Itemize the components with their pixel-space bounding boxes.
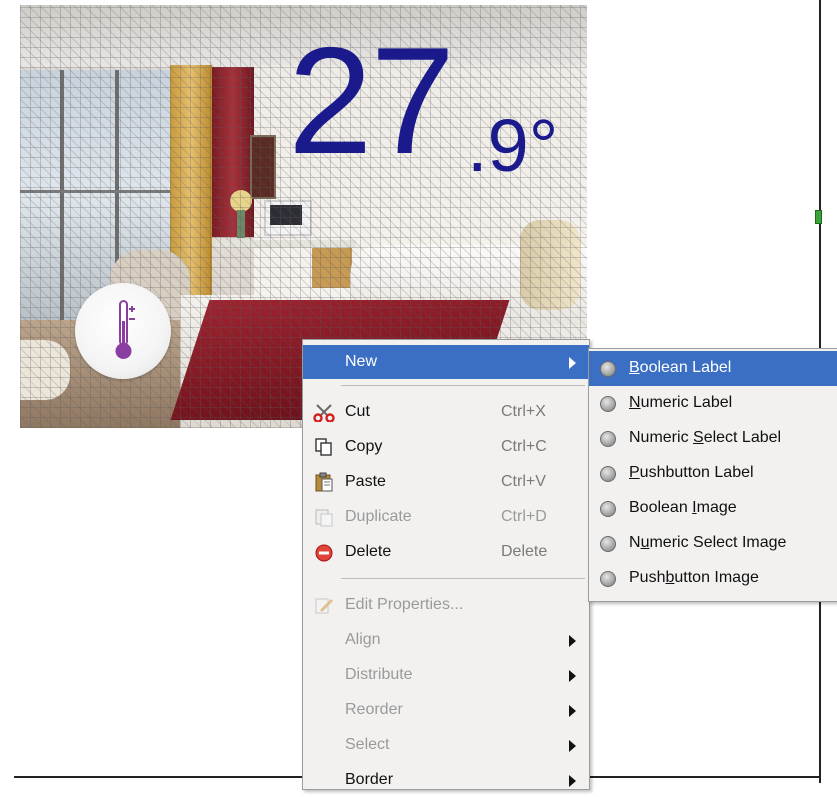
- menu-item-label: Select: [345, 736, 390, 753]
- menu-item-label: Duplicate: [345, 508, 412, 525]
- shortcut-label: Delete: [501, 543, 548, 560]
- thermometer-icon: [115, 300, 135, 359]
- menu-separator: [341, 578, 585, 579]
- submenu-item-pushbutton-label[interactable]: Pushbutton Label: [589, 456, 837, 491]
- context-menu: New Cut Ctrl+X Copy Ctrl+C Paste Ctrl+V: [302, 339, 590, 790]
- menu-separator: [341, 385, 585, 386]
- duplicate-icon: [315, 509, 333, 527]
- submenu-item-label: Pushbutton Image: [629, 569, 759, 586]
- menu-item-duplicate[interactable]: Duplicate Ctrl+D: [303, 500, 589, 534]
- submenu-item-label: Numeric Select Image: [629, 534, 787, 551]
- menu-item-align[interactable]: Align: [303, 623, 589, 657]
- submenu-arrow-icon: [569, 705, 576, 717]
- radio-icon: [600, 501, 616, 517]
- menu-item-reorder[interactable]: Reorder: [303, 693, 589, 727]
- shortcut-label: Ctrl+X: [501, 403, 546, 420]
- radio-icon: [600, 466, 616, 482]
- submenu-item-pushbutton-image[interactable]: Pushbutton Image: [589, 561, 837, 596]
- submenu-arrow-icon: [569, 775, 576, 787]
- scissors-icon: [313, 404, 335, 422]
- submenu-item-boolean-label[interactable]: Boolean Label: [589, 351, 837, 386]
- delete-icon: [315, 544, 333, 562]
- submenu-arrow-icon: [569, 740, 576, 752]
- radio-icon: [600, 571, 616, 587]
- menu-item-label: Reorder: [345, 701, 403, 718]
- menu-item-select[interactable]: Select: [303, 728, 589, 762]
- submenu-arrow-icon: [569, 635, 576, 647]
- menu-item-label: New: [345, 353, 378, 370]
- menu-item-label: Delete: [345, 543, 392, 560]
- submenu-item-label: Boolean Image: [629, 499, 737, 516]
- radio-icon: [600, 396, 616, 412]
- copy-icon: [315, 438, 332, 456]
- menu-item-cut[interactable]: Cut Ctrl+X: [303, 395, 589, 429]
- submenu-arrow-icon: [569, 357, 576, 369]
- shortcut-label: Ctrl+D: [501, 508, 547, 525]
- submenu-item-numeric-select-label[interactable]: Numeric Select Label: [589, 421, 837, 456]
- submenu-item-numeric-label[interactable]: Numeric Label: [589, 386, 837, 421]
- menu-item-delete[interactable]: Delete Delete: [303, 535, 589, 569]
- radio-icon: [600, 361, 616, 377]
- menu-item-distribute[interactable]: Distribute: [303, 658, 589, 692]
- menu-item-label: Cut: [345, 403, 370, 420]
- paste-icon: [315, 472, 333, 492]
- menu-item-label: Copy: [345, 438, 383, 455]
- menu-item-label: Edit Properties...: [345, 596, 464, 613]
- temperature-value: 27: [288, 16, 455, 186]
- shortcut-label: Ctrl+V: [501, 473, 546, 490]
- menu-item-border[interactable]: Border: [303, 763, 589, 797]
- menu-item-new[interactable]: New: [303, 345, 589, 379]
- menu-item-label: Paste: [345, 473, 386, 490]
- new-submenu: Boolean Label Numeric Label Numeric Sele…: [588, 348, 837, 602]
- submenu-item-label: Numeric Select Label: [629, 429, 782, 446]
- radio-icon: [600, 536, 616, 552]
- thermometer-button[interactable]: [75, 283, 171, 379]
- submenu-item-label: Pushbutton Label: [629, 464, 754, 481]
- submenu-arrow-icon: [569, 670, 576, 682]
- submenu-item-numeric-select-image[interactable]: Numeric Select Image: [589, 526, 837, 561]
- menu-item-copy[interactable]: Copy Ctrl+C: [303, 430, 589, 464]
- menu-item-edit-properties[interactable]: Edit Properties...: [303, 588, 589, 622]
- menu-item-label: Align: [345, 631, 381, 648]
- menu-item-paste[interactable]: Paste Ctrl+V: [303, 465, 589, 499]
- menu-item-label: Distribute: [345, 666, 413, 683]
- shortcut-label: Ctrl+C: [501, 438, 547, 455]
- menu-item-label: Border: [345, 771, 394, 788]
- edit-properties-icon: [315, 598, 334, 614]
- radio-icon: [600, 431, 616, 447]
- submenu-item-boolean-image[interactable]: Boolean Image: [589, 491, 837, 526]
- resize-handle[interactable]: [815, 210, 822, 224]
- submenu-item-label: Boolean Label: [629, 359, 732, 376]
- temperature-decimal: .9°: [467, 104, 559, 187]
- submenu-item-label: Numeric Label: [629, 394, 733, 411]
